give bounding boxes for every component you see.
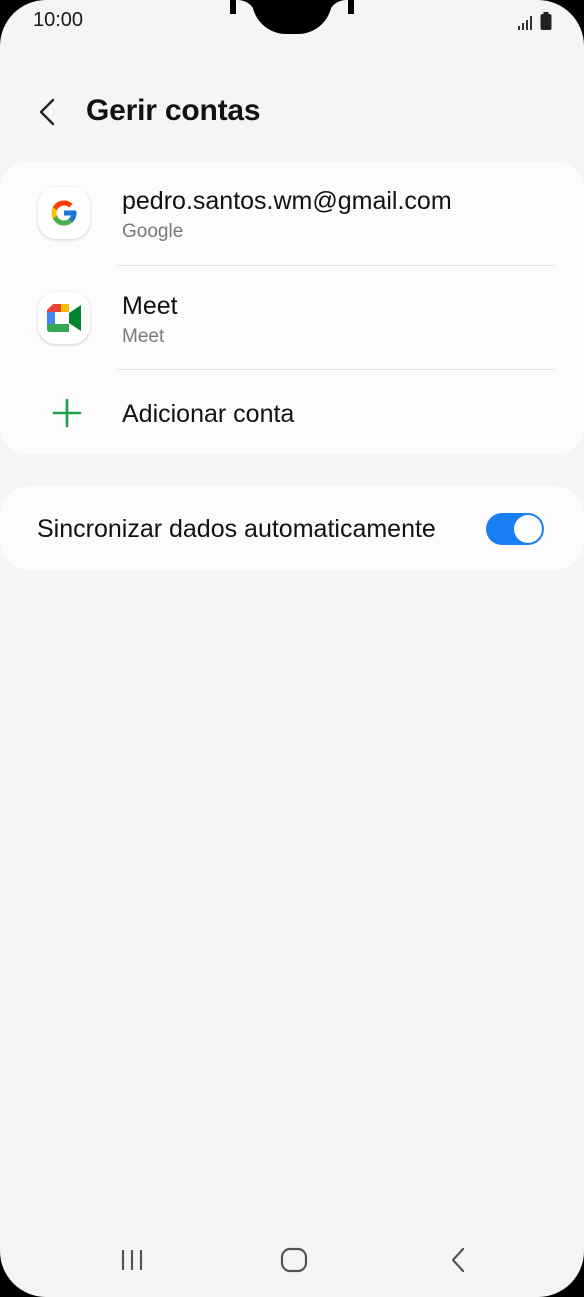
accounts-card: pedro.santos.wm@gmail.com Google Meet Me… (0, 161, 584, 455)
status-bar: 10:00 (0, 0, 584, 44)
add-account-label: Adicionar conta (122, 400, 295, 428)
battery-icon (540, 12, 552, 35)
chevron-left-icon (37, 97, 59, 132)
back-button[interactable] (26, 92, 70, 136)
google-icon (38, 187, 90, 239)
app-header: Gerir contas (0, 84, 584, 144)
auto-sync-card: Sincronizar dados automaticamente (0, 486, 584, 570)
home-button[interactable] (264, 1242, 324, 1282)
back-icon (449, 1247, 467, 1278)
signal-icon (518, 16, 534, 35)
auto-sync-toggle[interactable] (486, 513, 544, 545)
account-type: Google (122, 221, 184, 242)
recents-icon (120, 1248, 144, 1277)
account-name: Meet (122, 292, 178, 320)
account-item-meet[interactable]: Meet Meet (0, 266, 584, 370)
add-account-button[interactable]: Adicionar conta (0, 370, 584, 455)
auto-sync-label: Sincronizar dados automaticamente (37, 515, 436, 543)
phone-screen: 10:00 Gerir contas pedro.santos.wm@gmail… (0, 0, 584, 1297)
navigation-bar (0, 1230, 584, 1292)
account-item-google[interactable]: pedro.santos.wm@gmail.com Google (0, 161, 584, 265)
status-time: 10:00 (33, 9, 84, 31)
page-title: Gerir contas (86, 94, 261, 127)
toggle-knob (514, 515, 542, 543)
home-icon (280, 1247, 308, 1278)
plus-icon (52, 398, 82, 433)
account-type: Meet (122, 326, 165, 347)
meet-icon (38, 292, 90, 344)
nav-back-button[interactable] (428, 1242, 488, 1282)
recents-button[interactable] (102, 1242, 162, 1282)
account-name: pedro.santos.wm@gmail.com (122, 187, 452, 215)
